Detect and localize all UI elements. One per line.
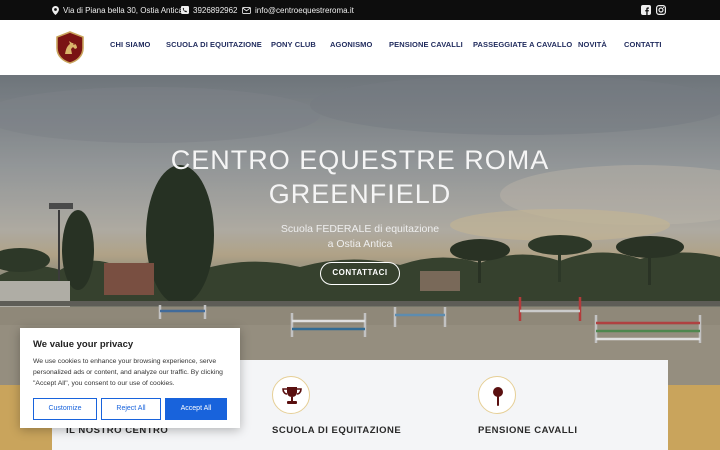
envelope-icon (242, 6, 251, 14)
address-text: Via di Piana bella 30, Ostia Antica (63, 5, 183, 15)
phone-text[interactable]: 3926892962 (193, 6, 238, 15)
nav-passeggiate-a-cavallo[interactable]: PASSEGGIATE A CAVALLO (473, 40, 572, 49)
logo[interactable] (55, 31, 85, 64)
feature-label-scuola-di-equitazione[interactable]: SCUOLA DI EQUITAZIONE (272, 425, 401, 436)
phone-icon (181, 6, 189, 14)
facebook-icon[interactable] (641, 5, 651, 15)
contattaci-button[interactable]: CONTATTACI (320, 262, 400, 285)
email-item[interactable]: info@centroequestreroma.it (242, 0, 354, 20)
feature-label-pensione-cavalli[interactable]: PENSIONE CAVALLI (478, 425, 578, 436)
cookie-title: We value your privacy (33, 339, 134, 350)
nav-pensione-cavalli[interactable]: PENSIONE CAVALLI (389, 40, 463, 49)
nav-novita[interactable]: NOVITÀ (578, 40, 607, 49)
hero-subtitle-line-2: a Ostia Antica (327, 238, 393, 250)
hero-title-line-1: CENTRO EQUESTRE ROMA (170, 145, 550, 175)
nav-chi-siamo[interactable]: CHI SIAMO (110, 40, 150, 49)
horse-brush-icon (493, 387, 503, 406)
location-pin-icon (52, 5, 59, 15)
nav-agonismo[interactable]: AGONISMO (330, 40, 372, 49)
trophy-icon (282, 387, 302, 404)
hero-subtitle-line-1: Scuola FEDERALE di equitazione (280, 223, 440, 235)
main-header: CHI SIAMO SCUOLA DI EQUITAZIONE PONY CLU… (0, 20, 720, 75)
phone-item[interactable]: 3926892962 (181, 0, 238, 20)
accept-all-button[interactable]: Accept All (165, 398, 227, 420)
feature-icon-circle-2 (272, 376, 310, 414)
cookie-consent-popup: We value your privacy We use cookies to … (20, 328, 240, 428)
nav-pony-club[interactable]: PONY CLUB (271, 40, 316, 49)
nav-scuola-di-equitazione[interactable]: SCUOLA DI EQUITAZIONE (166, 40, 262, 49)
customize-button[interactable]: Customize (33, 398, 97, 420)
instagram-icon[interactable] (656, 5, 666, 15)
top-contact-bar: Via di Piana bella 30, Ostia Antica 3926… (0, 0, 720, 20)
email-text[interactable]: info@centroequestreroma.it (255, 6, 354, 15)
address-item: Via di Piana bella 30, Ostia Antica (52, 0, 183, 20)
feature-icon-circle-3 (478, 376, 516, 414)
cookie-text: We use cookies to enhance your browsing … (33, 358, 223, 388)
reject-all-button[interactable]: Reject All (101, 398, 161, 420)
hero-title-line-2: GREENFIELD (268, 179, 452, 209)
nav-contatti[interactable]: CONTATTI (624, 40, 662, 49)
